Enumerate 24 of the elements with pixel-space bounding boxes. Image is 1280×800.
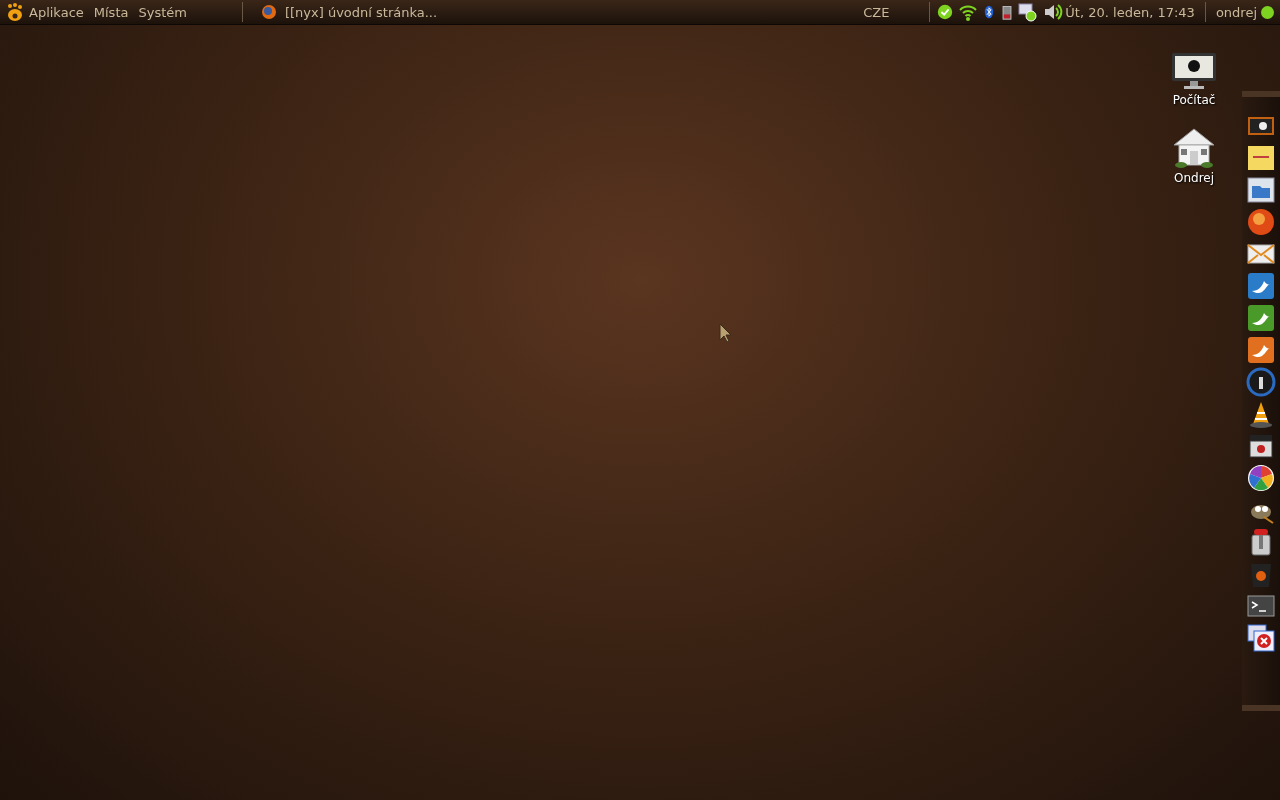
foot-logo-icon[interactable] [6, 2, 24, 22]
menu-item[interactable]: Místa [88, 4, 134, 20]
mouse-pointer-icon [719, 323, 731, 343]
message-status-icon [1018, 2, 1039, 22]
globe-icon[interactable] [1246, 207, 1276, 237]
desktop-icon-label: Ondrej [1173, 171, 1215, 185]
bird-icon[interactable] [1246, 271, 1276, 301]
round-player-icon[interactable] [1246, 367, 1276, 397]
pinwheel-icon[interactable] [1246, 463, 1276, 493]
taskbar-button[interactable]: [[nyx] úvodní stránka... [252, 1, 446, 23]
menu-item[interactable]: Systém [133, 4, 192, 20]
folder-window-icon[interactable] [1246, 175, 1276, 205]
globe-icon [260, 4, 277, 20]
sticky-note-icon[interactable] [1246, 143, 1276, 173]
user-name[interactable]: ondrej [1215, 4, 1257, 20]
menu-item[interactable]: Aplikace [24, 4, 89, 20]
clock[interactable]: Út, 20. leden, 17:43 [1065, 4, 1195, 20]
close-window-icon[interactable] [1246, 623, 1276, 653]
desktop-icon-label: Počítač [1172, 93, 1216, 107]
bird-icon[interactable] [1246, 303, 1276, 333]
chat-check-icon [936, 3, 955, 21]
computer-icon[interactable] [1170, 51, 1218, 91]
keyboard-layout-indicator[interactable]: CZE [863, 4, 890, 20]
bird-icon[interactable] [1246, 335, 1276, 365]
